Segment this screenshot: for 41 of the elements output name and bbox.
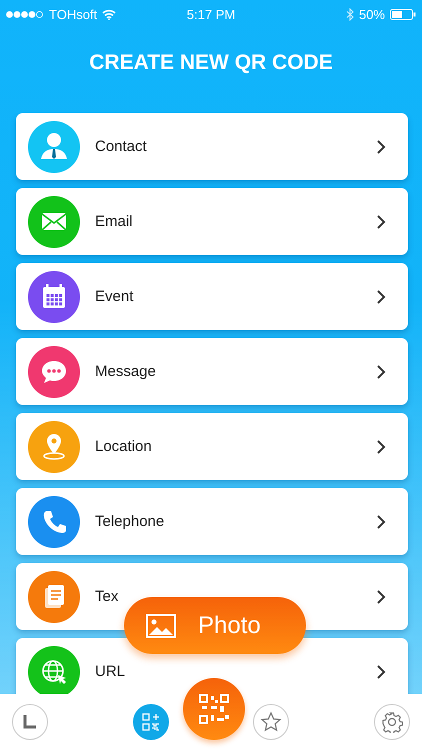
favorites-tab[interactable]: [253, 704, 290, 740]
item-label: Event: [95, 288, 134, 305]
chevron-icon: [376, 438, 386, 454]
chevron-icon: [376, 588, 386, 604]
create-qr-tab[interactable]: [132, 704, 169, 740]
battery-percent: 50%: [358, 6, 385, 22]
scan-qr-button[interactable]: [183, 678, 245, 740]
qr-plus-icon: [142, 713, 160, 731]
history-tab[interactable]: [12, 704, 48, 740]
item-label: Location: [95, 438, 153, 455]
chevron-icon: [376, 514, 386, 530]
settings-tab[interactable]: [374, 704, 410, 740]
chevron-icon: [376, 214, 386, 230]
settings-icon: [380, 711, 403, 733]
star-icon: [260, 711, 282, 733]
list-item[interactable]: Contact: [16, 113, 408, 180]
chevron-icon: [376, 664, 386, 680]
battery-icon: [390, 8, 416, 20]
item-label: Contact: [95, 138, 148, 155]
list-item[interactable]: Telephone: [16, 488, 408, 555]
wifi-icon: [102, 8, 116, 20]
list-item[interactable]: Event: [16, 263, 408, 330]
chevron-icon: [376, 138, 386, 154]
item-label: URL: [95, 663, 126, 680]
bluetooth-icon: [346, 8, 354, 20]
chevron-icon: [376, 288, 386, 304]
signal-icon: [6, 10, 44, 18]
list-item[interactable]: Email: [16, 188, 408, 255]
page-title: CREATE NEW QR CODE: [89, 50, 333, 74]
carrier-name: TOHsoft: [49, 6, 98, 22]
item-label: Tex: [95, 588, 120, 605]
list-item[interactable]: Location: [16, 413, 408, 480]
status-time: 5:17 PM: [186, 6, 236, 22]
qr-code-icon: [199, 694, 229, 724]
item-label: Email: [95, 213, 134, 230]
item-label: Telephone: [95, 513, 166, 530]
corner-icon: [22, 714, 38, 730]
image-icon: [146, 614, 176, 638]
item-label: Message: [95, 363, 157, 380]
list-item[interactable]: Message: [16, 338, 408, 405]
chevron-icon: [376, 364, 386, 380]
